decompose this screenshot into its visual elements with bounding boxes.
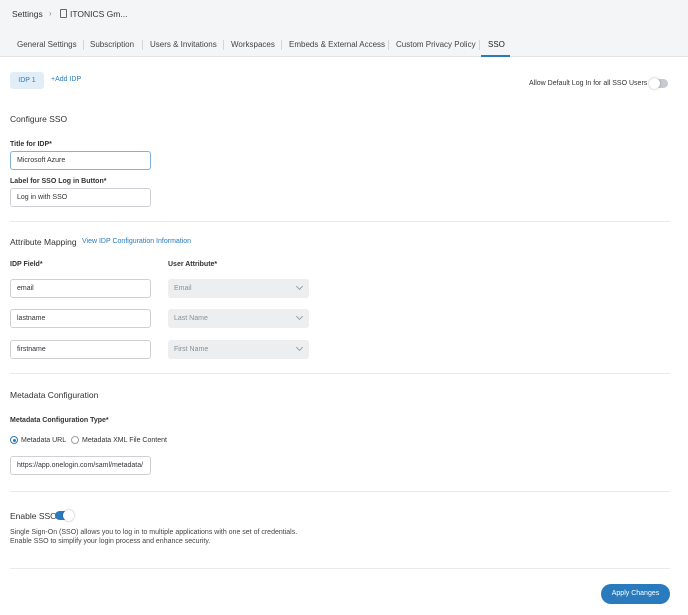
tab-divider — [479, 40, 480, 50]
tab-divider — [388, 40, 389, 50]
user-attribute-header: User Attribute* — [168, 261, 218, 268]
user-attribute-select-firstname[interactable]: First Name — [168, 340, 309, 359]
idp-field-header: IDP Field* — [10, 261, 43, 268]
breadcrumb-separator: › — [49, 9, 52, 18]
metadata-xml-label: Metadata XML File Content — [82, 437, 167, 444]
metadata-url-radio[interactable] — [10, 436, 18, 444]
tab-divider — [281, 40, 282, 50]
toggle-knob — [649, 78, 660, 89]
toggle-knob — [63, 510, 74, 521]
tab-general-settings[interactable]: General Settings — [17, 40, 77, 49]
metadata-config-title: Metadata Configuration — [10, 390, 99, 400]
idp-tab-1[interactable]: IDP 1 — [10, 72, 44, 89]
metadata-xml-radio[interactable] — [71, 436, 79, 444]
tab-sso[interactable]: SSO — [488, 40, 505, 49]
tab-embeds-external-access[interactable]: Embeds & External Access — [289, 40, 385, 49]
sso-description-line2: Enable SSO to simplify your login proces… — [10, 538, 211, 545]
tab-divider — [223, 40, 224, 50]
configure-sso-title: Configure SSO — [10, 114, 68, 124]
user-attribute-select-lastname[interactable]: Last Name — [168, 309, 309, 328]
breadcrumb-org[interactable]: ITONICS Gm... — [70, 9, 127, 19]
enable-sso-label: Enable SSO — [10, 511, 57, 521]
tab-subscription[interactable]: Subscription — [90, 40, 134, 49]
document-icon — [60, 9, 67, 18]
tab-users-invitations[interactable]: Users & Invitations — [150, 40, 217, 49]
user-attribute-value: First Name — [174, 346, 209, 353]
user-attribute-value: Last Name — [174, 315, 208, 322]
settings-tabs: General Settings Subscription Users & In… — [0, 28, 688, 57]
enable-sso-toggle[interactable] — [55, 510, 74, 521]
sso-description-line1: Single Sign-On (SSO) allows you to log i… — [10, 529, 298, 536]
active-tab-indicator — [481, 55, 510, 57]
user-attribute-select-email[interactable]: Email — [168, 279, 309, 298]
view-idp-config-link[interactable]: View IDP Configuration Information — [82, 238, 191, 245]
tab-divider — [142, 40, 143, 50]
metadata-url-label: Metadata URL — [21, 437, 67, 444]
login-button-label: Label for SSO Log in Button* — [10, 178, 107, 185]
section-divider — [10, 373, 670, 374]
allow-default-login-toggle[interactable] — [649, 78, 668, 89]
tab-custom-privacy-policy[interactable]: Custom Privacy Policy — [396, 40, 476, 49]
add-idp-link[interactable]: +Add IDP — [51, 76, 81, 83]
section-divider — [10, 568, 670, 569]
chevron-down-icon — [295, 282, 304, 291]
tab-workspaces[interactable]: Workspaces — [231, 40, 275, 49]
login-button-input[interactable]: Log in with SSO — [10, 188, 151, 207]
idp-title-input[interactable]: Microsoft Azure — [10, 151, 151, 170]
idp-title-label: Title for IDP* — [10, 141, 52, 148]
idp-field-input-firstname[interactable]: firstname — [10, 340, 151, 359]
idp-field-input-lastname[interactable]: lastname — [10, 309, 151, 328]
chevron-down-icon — [295, 312, 304, 321]
allow-default-login-label: Allow Default Log In for all SSO Users — [529, 80, 648, 87]
idp-field-input-email[interactable]: email — [10, 279, 151, 298]
apply-changes-button[interactable]: Apply Changes — [601, 584, 670, 604]
breadcrumb-settings[interactable]: Settings — [12, 9, 43, 19]
user-attribute-value: Email — [174, 285, 192, 292]
chevron-down-icon — [295, 343, 304, 352]
section-divider — [10, 491, 670, 492]
metadata-url-input[interactable]: https://app.onelogin.com/saml/metadata/ — [10, 456, 151, 475]
metadata-type-label: Metadata Configuration Type* — [10, 417, 109, 424]
top-bar: Settings › ITONICS Gm... — [0, 0, 688, 28]
section-divider — [10, 221, 670, 222]
tab-divider — [83, 40, 84, 50]
attribute-mapping-title: Attribute Mapping — [10, 237, 77, 247]
